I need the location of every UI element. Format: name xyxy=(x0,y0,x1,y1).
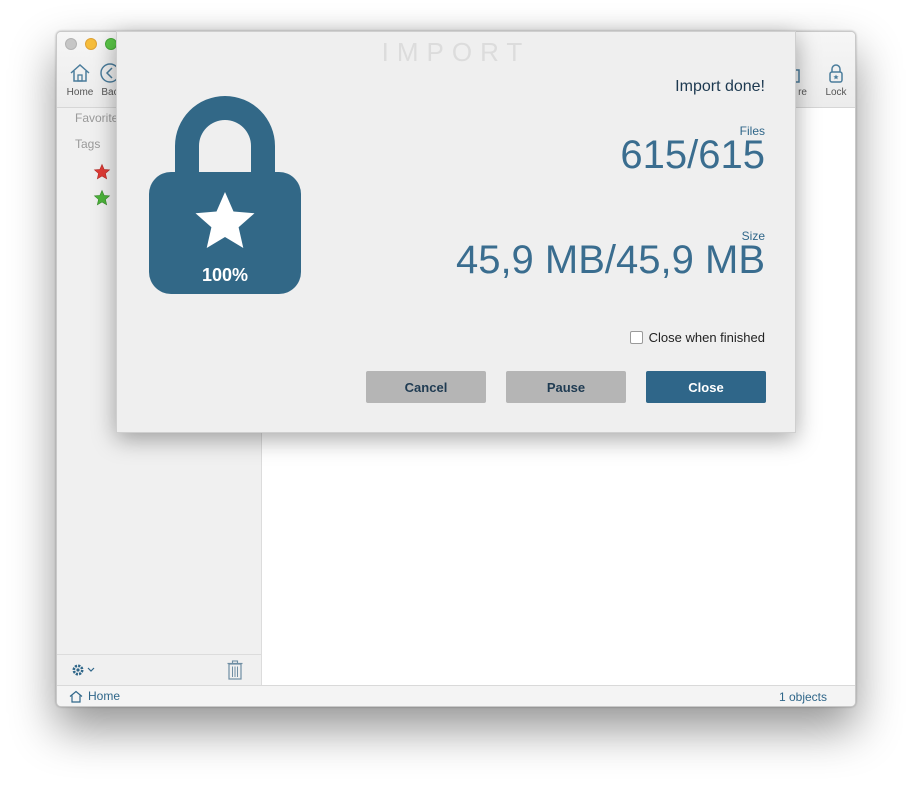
object-count: 1 objects xyxy=(778,690,827,704)
star-icon[interactable] xyxy=(93,163,111,181)
toolbar-lock-button[interactable]: Lock xyxy=(816,62,855,98)
status-home-link[interactable]: Home xyxy=(69,689,120,703)
gear-icon xyxy=(72,664,95,676)
close-when-finished-checkbox[interactable] xyxy=(629,331,643,344)
window-minimize-button[interactable] xyxy=(85,38,97,50)
cancel-button[interactable]: Cancel xyxy=(366,371,486,403)
pause-button[interactable]: Pause xyxy=(506,371,626,403)
home-icon xyxy=(70,63,90,82)
import-dialog: IMPORT 100% Import done! Files 615/615 S… xyxy=(116,31,796,433)
home-icon xyxy=(69,690,83,703)
toolbar-home-label: Home xyxy=(66,87,94,98)
close-button[interactable]: Close xyxy=(646,371,766,403)
star-icon[interactable] xyxy=(93,189,111,207)
progress-percent: 100% xyxy=(201,265,249,285)
toolbar-lock-label: Lock xyxy=(825,87,847,98)
toolbar-home-button[interactable]: Home xyxy=(60,62,100,98)
window-close-button[interactable] xyxy=(65,38,77,50)
trash-icon xyxy=(227,660,243,680)
sidebar-tags-header: Tags xyxy=(75,137,101,151)
import-status: Import done! xyxy=(675,78,765,95)
files-count: 615/615 xyxy=(620,133,765,177)
sidebar-favorites-header: Favorite xyxy=(75,111,119,125)
lock-star-icon xyxy=(149,96,301,294)
close-when-finished-label: Close when finished xyxy=(648,330,765,345)
status-bar: Home 1 objects xyxy=(57,685,855,706)
status-location: Home xyxy=(88,689,121,703)
size-progress: 45,9 MB/45,9 MB xyxy=(455,238,765,282)
sidebar-footer xyxy=(57,654,262,685)
lock-icon xyxy=(829,64,843,83)
dialog-title: IMPORT xyxy=(381,37,531,67)
close-when-finished-option[interactable]: Close when finished xyxy=(629,330,765,345)
trash-button[interactable] xyxy=(227,660,243,685)
settings-menu-button[interactable] xyxy=(71,663,97,682)
